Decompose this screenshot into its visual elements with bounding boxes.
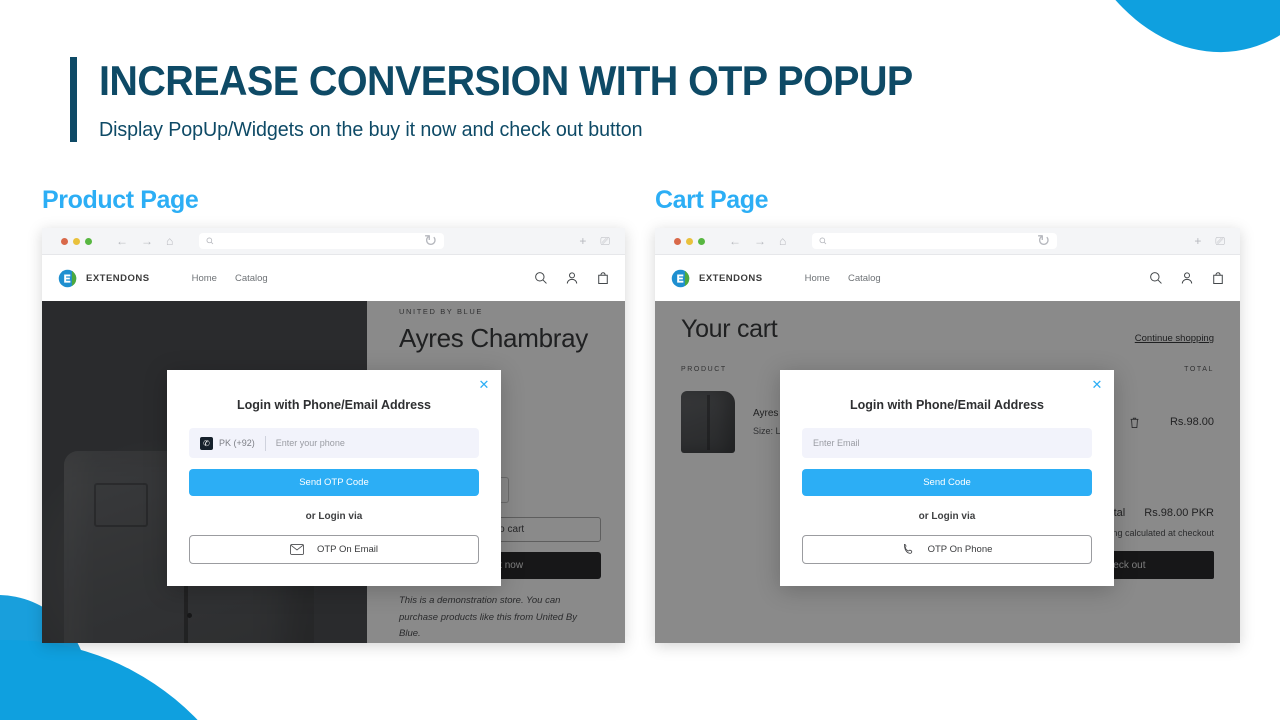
home-icon[interactable]: ⌂ [166, 235, 173, 247]
copy-tabs-icon[interactable]: ⎚ [600, 234, 610, 249]
close-window-dot[interactable] [674, 237, 681, 245]
window-controls[interactable] [61, 237, 92, 245]
reload-icon[interactable]: ↻ [1037, 231, 1050, 251]
envelope-icon [290, 544, 304, 555]
browser-chrome: ← → ⌂ ↻ + ⎚ [42, 228, 625, 255]
search-icon[interactable] [1149, 271, 1163, 285]
login-divider-text: or Login via [305, 511, 363, 522]
section-label-product-page: Product Page [42, 186, 199, 214]
back-arrow-icon[interactable]: ← [729, 235, 741, 247]
modal-title: Login with Phone/Email Address [236, 398, 431, 412]
close-icon[interactable]: ✕ [478, 378, 490, 391]
search-icon [819, 237, 827, 245]
phone-flag-icon[interactable]: ✆ [200, 436, 213, 450]
minimize-window-dot[interactable] [686, 237, 693, 245]
extendons-logo-icon[interactable] [670, 268, 691, 289]
email-input[interactable]: Enter Email [802, 428, 1092, 458]
search-icon[interactable] [534, 271, 548, 285]
address-bar[interactable]: ↻ [199, 231, 445, 251]
nav-item-home[interactable]: Home [805, 273, 830, 284]
close-window-dot[interactable] [61, 237, 68, 245]
store-header-cart: EXTENDONS Home Catalog [655, 255, 1240, 301]
otp-login-modal-product: ✕ Login with Phone/Email Address ✆ PK (+… [167, 370, 501, 586]
reload-icon[interactable]: ↻ [424, 231, 437, 251]
otp-on-phone-button[interactable]: OTP On Phone [802, 535, 1092, 564]
plus-icon[interactable]: + [1194, 234, 1201, 249]
nav-item-home[interactable]: Home [192, 273, 217, 284]
close-icon[interactable]: ✕ [1091, 378, 1103, 391]
promo-banner: INCREASE CONVERSION WITH OTP POPUP Displ… [0, 0, 1280, 720]
cart-icon[interactable] [1211, 271, 1225, 285]
otp-login-modal-cart: ✕ Login with Phone/Email Address Enter E… [780, 370, 1114, 586]
brand-name: EXTENDONS [699, 272, 763, 284]
forward-arrow-icon[interactable]: → [141, 235, 153, 247]
nav-item-catalog[interactable]: Catalog [848, 273, 881, 284]
window-controls[interactable] [674, 237, 705, 245]
forward-arrow-icon[interactable]: → [754, 235, 766, 247]
back-arrow-icon[interactable]: ← [116, 235, 128, 247]
heading-accent-bar [70, 57, 77, 142]
extendons-logo-icon[interactable] [57, 268, 78, 289]
browser-chrome: ← → ⌂ ↻ + ⎚ [655, 228, 1240, 255]
page-subtitle: Display PopUp/Widgets on the buy it now … [99, 117, 643, 141]
store-header-product: EXTENDONS Home Catalog [42, 255, 625, 301]
home-icon[interactable]: ⌂ [779, 235, 786, 247]
input-divider [264, 435, 266, 451]
hero-heading-block: INCREASE CONVERSION WITH OTP POPUP Displ… [70, 57, 965, 142]
maximize-window-dot[interactable] [698, 237, 705, 245]
modal-title: Login with Phone/Email Address [849, 398, 1044, 412]
decorative-shape-top-right [1059, 0, 1280, 72]
account-icon[interactable] [565, 271, 579, 285]
decorative-shape-bottom-left-large [0, 640, 270, 720]
minimize-window-dot[interactable] [73, 237, 80, 245]
phone-input[interactable]: ✆ PK (+92) Enter your phone [189, 428, 479, 458]
brand-name: EXTENDONS [86, 272, 150, 284]
otp-on-email-label: OTP On Email [316, 544, 379, 555]
page-title: INCREASE CONVERSION WITH OTP POPUP [99, 57, 913, 104]
email-input-placeholder: Enter Email [813, 438, 860, 448]
address-bar[interactable]: ↻ [812, 231, 1058, 251]
search-icon [206, 237, 214, 245]
maximize-window-dot[interactable] [85, 237, 92, 245]
cart-icon[interactable] [596, 271, 610, 285]
country-code-label[interactable]: PK (+92) [219, 438, 255, 448]
phone-input-placeholder: Enter your phone [275, 438, 345, 448]
otp-on-email-button[interactable]: OTP On Email [189, 535, 479, 564]
copy-tabs-icon[interactable]: ⎚ [1215, 234, 1225, 249]
account-icon[interactable] [1180, 271, 1194, 285]
plus-icon[interactable]: + [579, 234, 586, 249]
send-code-button[interactable]: Send Code [802, 469, 1092, 496]
send-otp-code-button[interactable]: Send OTP Code [189, 469, 479, 496]
login-divider-text: or Login via [918, 511, 976, 522]
phone-icon [903, 544, 912, 554]
nav-item-catalog[interactable]: Catalog [235, 273, 268, 284]
section-label-cart-page: Cart Page [655, 186, 769, 214]
otp-on-phone-label: OTP On Phone [927, 544, 993, 555]
